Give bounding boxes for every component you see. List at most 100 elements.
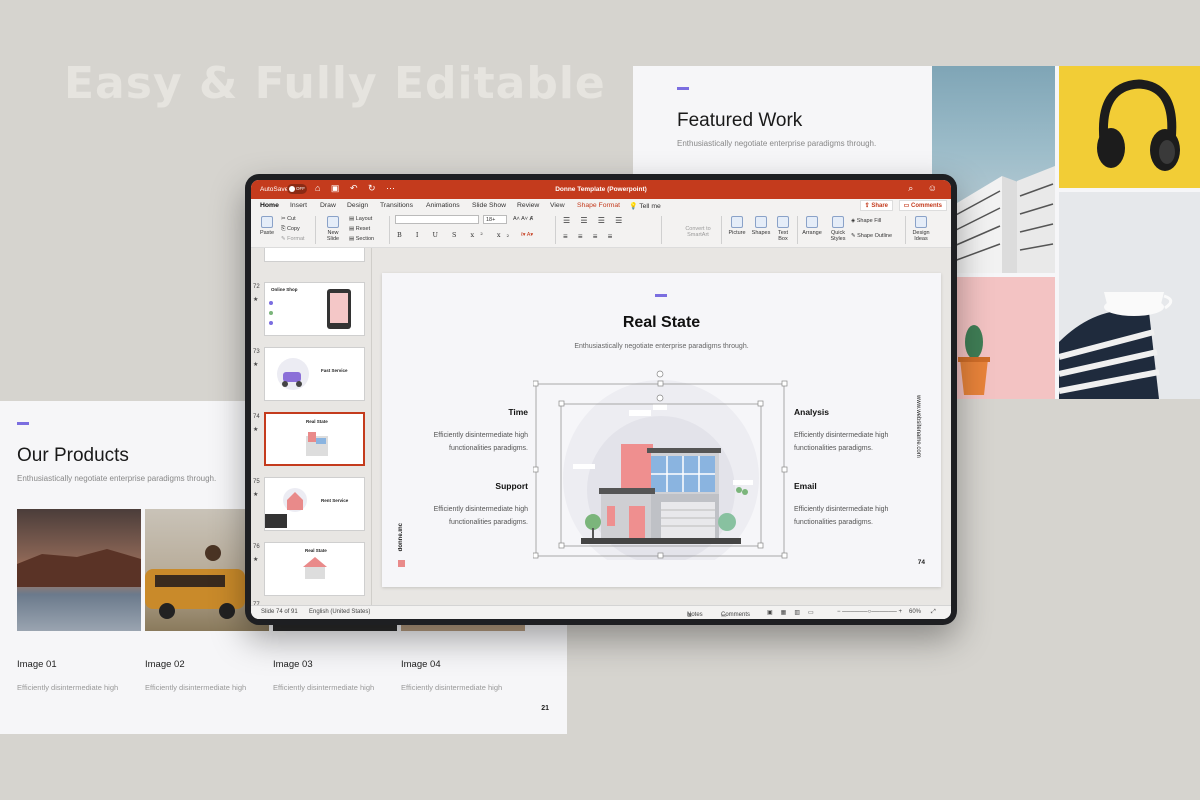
- powerpoint-window: AutoSave OFF ⌂ ▣ ↶ ↻ ⋯ Donne Template (P…: [251, 180, 951, 619]
- pen-icon: ✎: [851, 233, 856, 239]
- feature-desc-support[interactable]: Efficiently disintermediate high functio…: [398, 503, 528, 529]
- convert-smartart-button[interactable]: Convert to SmartArt: [681, 226, 715, 238]
- font-family-select[interactable]: [395, 215, 479, 224]
- comments-button[interactable]: ▭ Comments: [898, 200, 947, 211]
- comments-status-label: Comments: [721, 612, 751, 618]
- ribbon: Paste ✂ Cut ⎘ Copy ✎ Format New Slide ▤ …: [251, 212, 951, 248]
- slide-thumbnail[interactable]: 72 ★ Online Shop: [251, 282, 371, 342]
- tab-review[interactable]: Review: [517, 202, 539, 209]
- design-ideas-icon: [915, 216, 927, 228]
- new-slide-button[interactable]: New Slide: [321, 216, 345, 242]
- language-status[interactable]: English (United States): [309, 609, 370, 615]
- feature-desc-time[interactable]: Efficiently disintermediate high functio…: [398, 429, 528, 455]
- zoom-slider[interactable]: − ──────○────── +: [837, 609, 902, 615]
- accent-bar: [655, 294, 667, 297]
- layout-button[interactable]: ▤ Layout: [349, 216, 372, 222]
- format-painter-button[interactable]: ✎ Format: [281, 236, 305, 242]
- slide-thumbnail-pane[interactable]: 72 ★ Online Shop 73 ★ Fast Service 74 ★ …: [251, 248, 372, 605]
- fit-slide-icon[interactable]: ⤢: [931, 609, 936, 616]
- slide-thumbnail[interactable]: [251, 248, 371, 268]
- layout-icon: ▤: [349, 216, 355, 222]
- comment-icon: ▭: [903, 203, 910, 209]
- tab-design[interactable]: Design: [347, 202, 368, 209]
- shape-outline-button[interactable]: ✎ Shape Outline: [851, 233, 892, 239]
- picture-icon: [731, 216, 743, 228]
- search-account-icons[interactable]: ⌕ ☺: [908, 183, 943, 194]
- feature-desc-analysis[interactable]: Efficiently disintermediate high functio…: [794, 429, 924, 455]
- cut-button[interactable]: ✂ Cut: [281, 216, 296, 222]
- shapes-label: Shapes: [751, 230, 771, 236]
- star-icon: ★: [253, 557, 259, 563]
- thumbnail-image: Rent Service: [264, 477, 365, 531]
- slide-thumbnail-active[interactable]: 74 ★ Real State: [251, 412, 371, 472]
- copy-button[interactable]: ⎘ Copy: [281, 226, 300, 233]
- feature-desc-email[interactable]: Efficiently disintermediate high functio…: [794, 503, 924, 529]
- tab-home[interactable]: Home: [260, 202, 279, 214]
- feature-title-email[interactable]: Email: [794, 481, 817, 491]
- brand-text[interactable]: donne.inc: [398, 523, 404, 551]
- section-icon: ▤: [349, 236, 355, 242]
- share-button[interactable]: ⇪ Share: [859, 200, 893, 211]
- arrange-button[interactable]: Arrange: [799, 216, 825, 236]
- tab-view[interactable]: View: [550, 202, 565, 209]
- feature-desc-line: Efficiently disintermediate high: [794, 432, 889, 439]
- feature-title-support[interactable]: Support: [462, 481, 528, 491]
- website-text[interactable]: www.websitename.com: [915, 395, 921, 458]
- reset-button[interactable]: ▤ Reset: [349, 226, 370, 232]
- thumbnail-image: [264, 248, 365, 262]
- design-ideas-label: Design Ideas: [912, 230, 930, 242]
- section-button[interactable]: ▤ Section: [349, 236, 374, 242]
- text-format-buttons[interactable]: B I U S x² x₂: [397, 231, 515, 239]
- picture-button[interactable]: Picture: [725, 216, 749, 236]
- divider: [797, 216, 798, 244]
- house-illustration[interactable]: [532, 370, 788, 576]
- page-number: 21: [541, 705, 549, 712]
- font-grow-shrink-icons[interactable]: A˄ A˅ Ⱥ: [513, 216, 533, 222]
- slide-thumbnail[interactable]: 76 ★ Real State: [251, 542, 371, 602]
- arrange-label: Arrange: [802, 230, 822, 236]
- product-name: Image 04: [401, 659, 441, 670]
- feature-title-time[interactable]: Time: [462, 407, 528, 417]
- tab-draw[interactable]: Draw: [320, 202, 336, 209]
- slide-subtitle[interactable]: Enthusiastically negotiate enterprise pa…: [382, 343, 941, 350]
- font-size-select[interactable]: 18+: [483, 215, 507, 224]
- star-icon: ★: [253, 362, 259, 368]
- view-switcher-icons[interactable]: ▣▦▥▭: [767, 609, 822, 616]
- slide-title[interactable]: Real State: [382, 314, 941, 332]
- quick-styles-button[interactable]: Quick Styles: [827, 216, 849, 242]
- design-ideas-button[interactable]: Design Ideas: [909, 216, 933, 242]
- scissors-icon: ✂: [281, 216, 286, 222]
- copy-icon: ⎘: [281, 226, 286, 232]
- accent-bar: [677, 87, 689, 90]
- font-color-icon[interactable]: ℓ▾ A▾: [521, 232, 533, 238]
- textbox-button[interactable]: Text Box: [773, 216, 793, 242]
- shapes-button[interactable]: Shapes: [749, 216, 773, 236]
- tab-shape-format[interactable]: Shape Format: [577, 202, 620, 209]
- tab-tell-me-label: Tell me: [639, 203, 661, 210]
- slide-counter: Slide 74 of 91: [261, 609, 298, 615]
- align-icons[interactable]: ≡ ≡ ≡ ≡: [563, 232, 616, 241]
- share-label: Share: [871, 203, 888, 209]
- thumbnail-image: Real State: [264, 542, 365, 596]
- tab-transitions[interactable]: Transitions: [380, 202, 413, 209]
- slide-canvas[interactable]: Real State Enthusiastically negotiate en…: [382, 273, 941, 587]
- tab-insert[interactable]: Insert: [290, 202, 307, 209]
- zoom-level[interactable]: 60%: [909, 609, 921, 615]
- slide-thumbnail[interactable]: 75 ★ Rent Service: [251, 477, 371, 537]
- textbox-label: Text Box: [777, 230, 789, 242]
- slide-thumbnail[interactable]: 73 ★ Fast Service: [251, 347, 371, 407]
- tab-slide-show[interactable]: Slide Show: [472, 202, 506, 209]
- bullets-icons[interactable]: ☰ ☰ ☰ ☰: [563, 216, 626, 225]
- shape-outline-label: Shape Outline: [857, 233, 892, 239]
- star-icon: ★: [253, 427, 259, 433]
- share-icon: ⇪: [864, 203, 870, 209]
- tab-tell-me[interactable]: 💡 Tell me: [629, 202, 661, 210]
- product-desc: Efficiently disintermediate high: [145, 683, 247, 692]
- star-icon: ★: [253, 297, 259, 303]
- feature-desc-line: Efficiently disintermediate high: [433, 432, 528, 439]
- paste-button[interactable]: Paste: [257, 216, 277, 236]
- tab-animations[interactable]: Animations: [426, 202, 460, 209]
- feature-desc-line: functionalities paradigms.: [794, 445, 873, 452]
- shape-fill-button[interactable]: ◈ Shape Fill: [851, 218, 881, 224]
- feature-title-analysis[interactable]: Analysis: [794, 407, 829, 417]
